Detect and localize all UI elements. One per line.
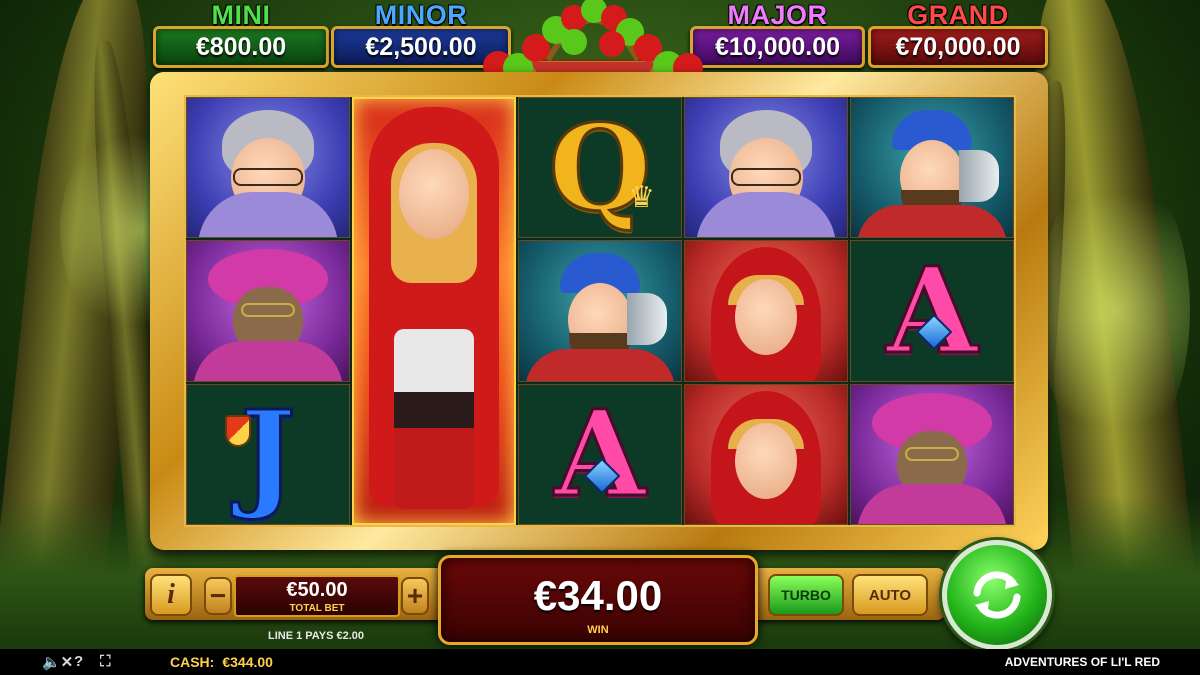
increase-bet-button[interactable]: + <box>401 577 429 615</box>
total-bet-label: TOTAL BET <box>289 603 345 614</box>
symbol-red-riding-hood <box>684 383 848 525</box>
symbol-q: Q ♛ <box>518 97 682 239</box>
jackpot-grand-amount: €70,000.00 <box>868 26 1048 68</box>
decrease-bet-button[interactable]: − <box>204 577 232 615</box>
symbol-red-riding-hood <box>684 240 848 382</box>
symbol-wolf <box>850 383 1014 525</box>
jackpot-mini-label: MINI <box>211 0 271 30</box>
info-button[interactable]: i <box>150 574 192 616</box>
win-label: WIN <box>587 624 609 636</box>
turbo-button[interactable]: TURBO <box>768 574 844 616</box>
symbol-woodcutter <box>850 97 1014 239</box>
symbol-granny <box>684 97 848 239</box>
symbol-woodcutter <box>518 240 682 382</box>
symbol-red-riding-hood-expanded <box>352 97 516 525</box>
total-bet-value: €50.00 <box>286 579 348 601</box>
symbol-j: J <box>186 383 350 525</box>
cash-balance: CASH: €344.00 <box>170 654 273 670</box>
jackpot-mini: €800.00 MINI <box>153 0 329 72</box>
spin-button[interactable] <box>942 540 1052 650</box>
win-display: €34.00 WIN <box>438 555 758 645</box>
jackpot-major-label: MAJOR <box>727 0 828 30</box>
symbol-a: A <box>518 383 682 525</box>
total-bet-display: €50.00 TOTAL BET <box>234 575 400 617</box>
jackpot-major: €10,000.00 MAJOR <box>690 0 865 72</box>
letter-a: A <box>885 240 980 380</box>
win-value: €34.00 <box>533 572 663 619</box>
sound-toggle-icon[interactable]: 🔈✕ <box>42 653 73 671</box>
jackpot-mini-amount: €800.00 <box>153 26 329 68</box>
game-title: ADVENTURES OF LI'L RED <box>1004 655 1160 669</box>
shield-icon <box>225 414 251 447</box>
jackpot-major-amount: €10,000.00 <box>690 26 865 68</box>
help-icon[interactable]: ? <box>74 653 83 670</box>
spin-arrows-icon <box>973 571 1021 619</box>
reel-grid: Q ♛ A J A <box>184 95 1016 527</box>
autoplay-button[interactable]: AUTO <box>852 574 928 616</box>
status-bar: 🔈✕ ? ⛶ CASH: €344.00 ADVENTURES OF LI'L R… <box>0 649 1200 675</box>
letter-a: A <box>553 384 648 524</box>
symbol-a: A <box>850 240 1014 382</box>
symbol-wolf <box>186 240 350 382</box>
letter-j: J <box>239 384 298 524</box>
light-glow <box>1040 160 1190 460</box>
symbol-granny <box>186 97 350 239</box>
crown-icon: ♛ <box>628 181 655 215</box>
line-pays-message: LINE 1 PAYS €2.00 <box>268 630 364 642</box>
cash-label: CASH: <box>170 654 215 670</box>
cash-value: €344.00 <box>222 654 273 670</box>
jackpot-grand: €70,000.00 GRAND <box>868 0 1048 72</box>
jackpot-grand-label: GRAND <box>907 0 1009 30</box>
fullscreen-icon[interactable]: ⛶ <box>100 653 111 670</box>
